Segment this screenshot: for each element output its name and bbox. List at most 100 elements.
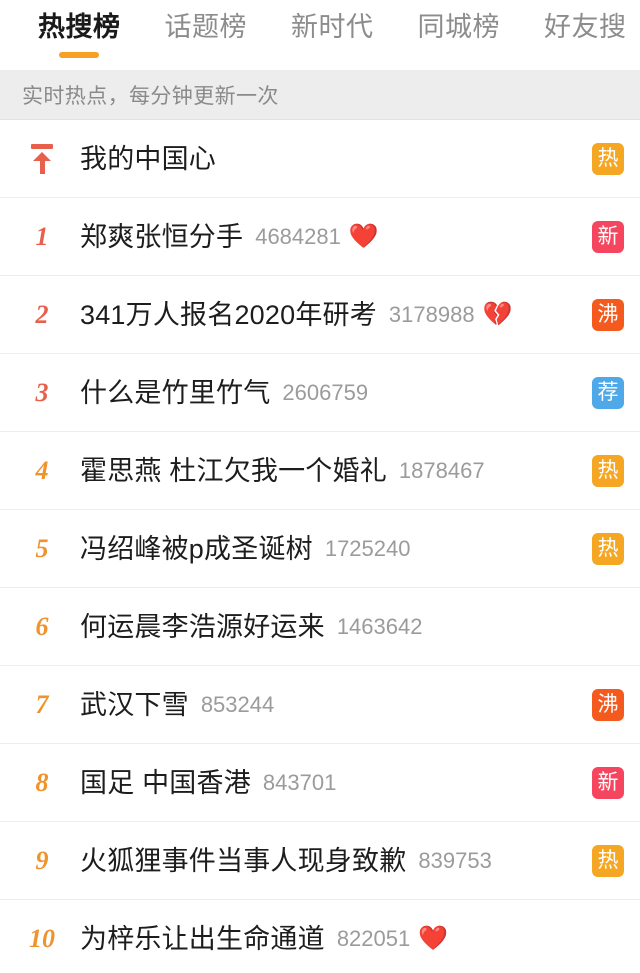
tab-active-underline <box>59 52 100 58</box>
row-content: 郑爽张恒分手 4684281 ❤️ <box>80 220 576 254</box>
rank-cell: 1 <box>0 221 80 251</box>
tab-3[interactable]: 同城榜 <box>418 0 501 58</box>
rank-number: 2 <box>35 299 49 329</box>
hot-value: 1878467 <box>398 457 485 483</box>
tab-label: 话题榜 <box>164 12 247 42</box>
rank-cell: 2 <box>0 299 80 329</box>
status-badge: 新 <box>592 766 624 799</box>
status-badge: 新 <box>592 220 624 253</box>
table-row[interactable]: 1 郑爽张恒分手 4684281 ❤️ 新 <box>0 198 640 276</box>
rank-number: 6 <box>35 611 49 641</box>
table-row[interactable]: 7 武汉下雪 853244 沸 <box>0 666 640 744</box>
hot-search-title[interactable]: 为梓乐让出生命通道 <box>80 922 325 956</box>
tab-2[interactable]: 新时代 <box>291 0 374 58</box>
hot-search-title[interactable]: 火狐狸事件当事人现身致歉 <box>80 844 406 878</box>
badge-cell <box>576 923 640 955</box>
tab-bar: 热搜榜 话题榜 新时代 同城榜 好友搜 <box>0 0 640 70</box>
row-content: 341万人报名2020年研考 3178988 💔 <box>80 298 576 332</box>
rank-cell: 9 <box>0 845 80 875</box>
pin-to-top-icon <box>29 143 55 174</box>
badge-cell: 热 <box>576 454 640 487</box>
rank-cell: 10 <box>0 923 80 953</box>
hot-search-title[interactable]: 冯绍峰被p成圣诞树 <box>80 532 313 566</box>
hot-search-page: 热搜榜 话题榜 新时代 同城榜 好友搜 实时热点，每分钟更新一次 我的中国心热 1 郑爽张恒… <box>0 0 640 973</box>
rank-number: 8 <box>35 767 49 797</box>
rank-number: 3 <box>35 377 49 407</box>
row-content: 冯绍峰被p成圣诞树 1725240 <box>80 532 576 566</box>
table-row[interactable]: 4 霍思燕 杜江欠我一个婚礼 1878467 热 <box>0 432 640 510</box>
row-content: 武汉下雪 853244 <box>80 688 576 722</box>
rank-cell <box>0 143 80 174</box>
hot-search-title[interactable]: 郑爽张恒分手 <box>80 220 243 254</box>
row-content: 为梓乐让出生命通道 822051 ❤️ <box>80 922 576 956</box>
subtitle-text: 实时热点，每分钟更新一次 <box>22 84 279 108</box>
heart-icon: ❤️ <box>348 222 379 250</box>
tab-0[interactable]: 热搜榜 <box>38 0 121 58</box>
hot-value: 822051 <box>336 925 411 951</box>
hot-search-title[interactable]: 武汉下雪 <box>80 688 189 722</box>
hot-search-title[interactable]: 我的中国心 <box>80 142 216 176</box>
hot-value: 3178988 <box>388 301 475 327</box>
rank-cell: 7 <box>0 689 80 719</box>
row-content: 何运晨李浩源好运来 1463642 <box>80 610 576 644</box>
rank-number: 7 <box>35 689 49 719</box>
rank-number: 9 <box>35 845 49 875</box>
row-content: 霍思燕 杜江欠我一个婚礼 1878467 <box>80 454 576 488</box>
tab-label: 新时代 <box>291 12 374 42</box>
table-row[interactable]: 3 什么是竹里竹气 2606759 荐 <box>0 354 640 432</box>
hot-search-title[interactable]: 霍思燕 杜江欠我一个婚礼 <box>80 454 387 488</box>
badge-cell: 沸 <box>576 688 640 721</box>
badge-cell: 沸 <box>576 298 640 331</box>
hot-search-title[interactable]: 国足 中国香港 <box>80 766 251 800</box>
badge-cell: 新 <box>576 766 640 799</box>
tab-4[interactable]: 好友搜 <box>544 0 627 58</box>
badge-cell: 热 <box>576 532 640 565</box>
status-badge: 沸 <box>592 688 624 721</box>
table-row[interactable]: 5 冯绍峰被p成圣诞树 1725240 热 <box>0 510 640 588</box>
rank-cell: 3 <box>0 377 80 407</box>
row-content: 国足 中国香港 843701 <box>80 766 576 800</box>
tab-1[interactable]: 话题榜 <box>165 0 248 58</box>
tab-active-underline <box>312 52 352 58</box>
row-content: 什么是竹里竹气 2606759 <box>80 376 576 410</box>
badge-cell: 热 <box>576 142 640 175</box>
status-badge: 热 <box>592 844 624 877</box>
row-content: 火狐狸事件当事人现身致歉 839753 <box>80 844 576 878</box>
table-row[interactable]: 10 为梓乐让出生命通道 822051 ❤️ <box>0 900 640 973</box>
tab-label: 同城榜 <box>417 12 500 42</box>
rank-cell: 6 <box>0 611 80 641</box>
rank-number: 5 <box>35 533 49 563</box>
badge-cell: 新 <box>576 220 640 253</box>
tab-label: 好友搜 <box>544 12 627 42</box>
rank-cell: 5 <box>0 533 80 563</box>
table-row[interactable]: 我的中国心 热 <box>0 120 640 198</box>
broken-heart-icon: 💔 <box>482 300 513 328</box>
status-badge: 热 <box>592 454 624 487</box>
hot-search-title[interactable]: 什么是竹里竹气 <box>80 376 270 410</box>
table-row[interactable]: 6 何运晨李浩源好运来 1463642 <box>0 588 640 666</box>
rank-cell: 4 <box>0 455 80 485</box>
status-badge: 沸 <box>592 298 624 331</box>
hot-value: 839753 <box>418 847 492 873</box>
rank-number: 1 <box>35 221 49 251</box>
table-row[interactable]: 9 火狐狸事件当事人现身致歉 839753 热 <box>0 822 640 900</box>
status-badge <box>592 923 624 955</box>
badge-cell <box>576 611 640 643</box>
rank-number: 4 <box>35 455 49 485</box>
status-badge: 荐 <box>592 376 624 409</box>
status-badge: 热 <box>592 532 624 565</box>
rank-number: 10 <box>29 923 55 953</box>
hot-value: 1725240 <box>324 535 411 561</box>
hot-value: 4684281 <box>255 223 341 249</box>
hot-value: 2606759 <box>282 379 369 405</box>
hot-search-title[interactable]: 341万人报名2020年研考 <box>80 298 377 332</box>
hot-search-list: 我的中国心热 1 郑爽张恒分手 4684281 ❤️ 新 2 341万人报名2020年研考 31… <box>0 120 640 973</box>
status-badge <box>592 611 624 643</box>
tab-label: 热搜榜 <box>38 12 121 42</box>
hot-value: 853244 <box>200 691 275 717</box>
badge-cell: 荐 <box>576 376 640 409</box>
table-row[interactable]: 2 341万人报名2020年研考 3178988 💔 沸 <box>0 276 640 354</box>
table-row[interactable]: 8 国足 中国香港 843701 新 <box>0 744 640 822</box>
hot-search-title[interactable]: 何运晨李浩源好运来 <box>80 610 325 644</box>
tab-active-underline <box>186 52 226 58</box>
